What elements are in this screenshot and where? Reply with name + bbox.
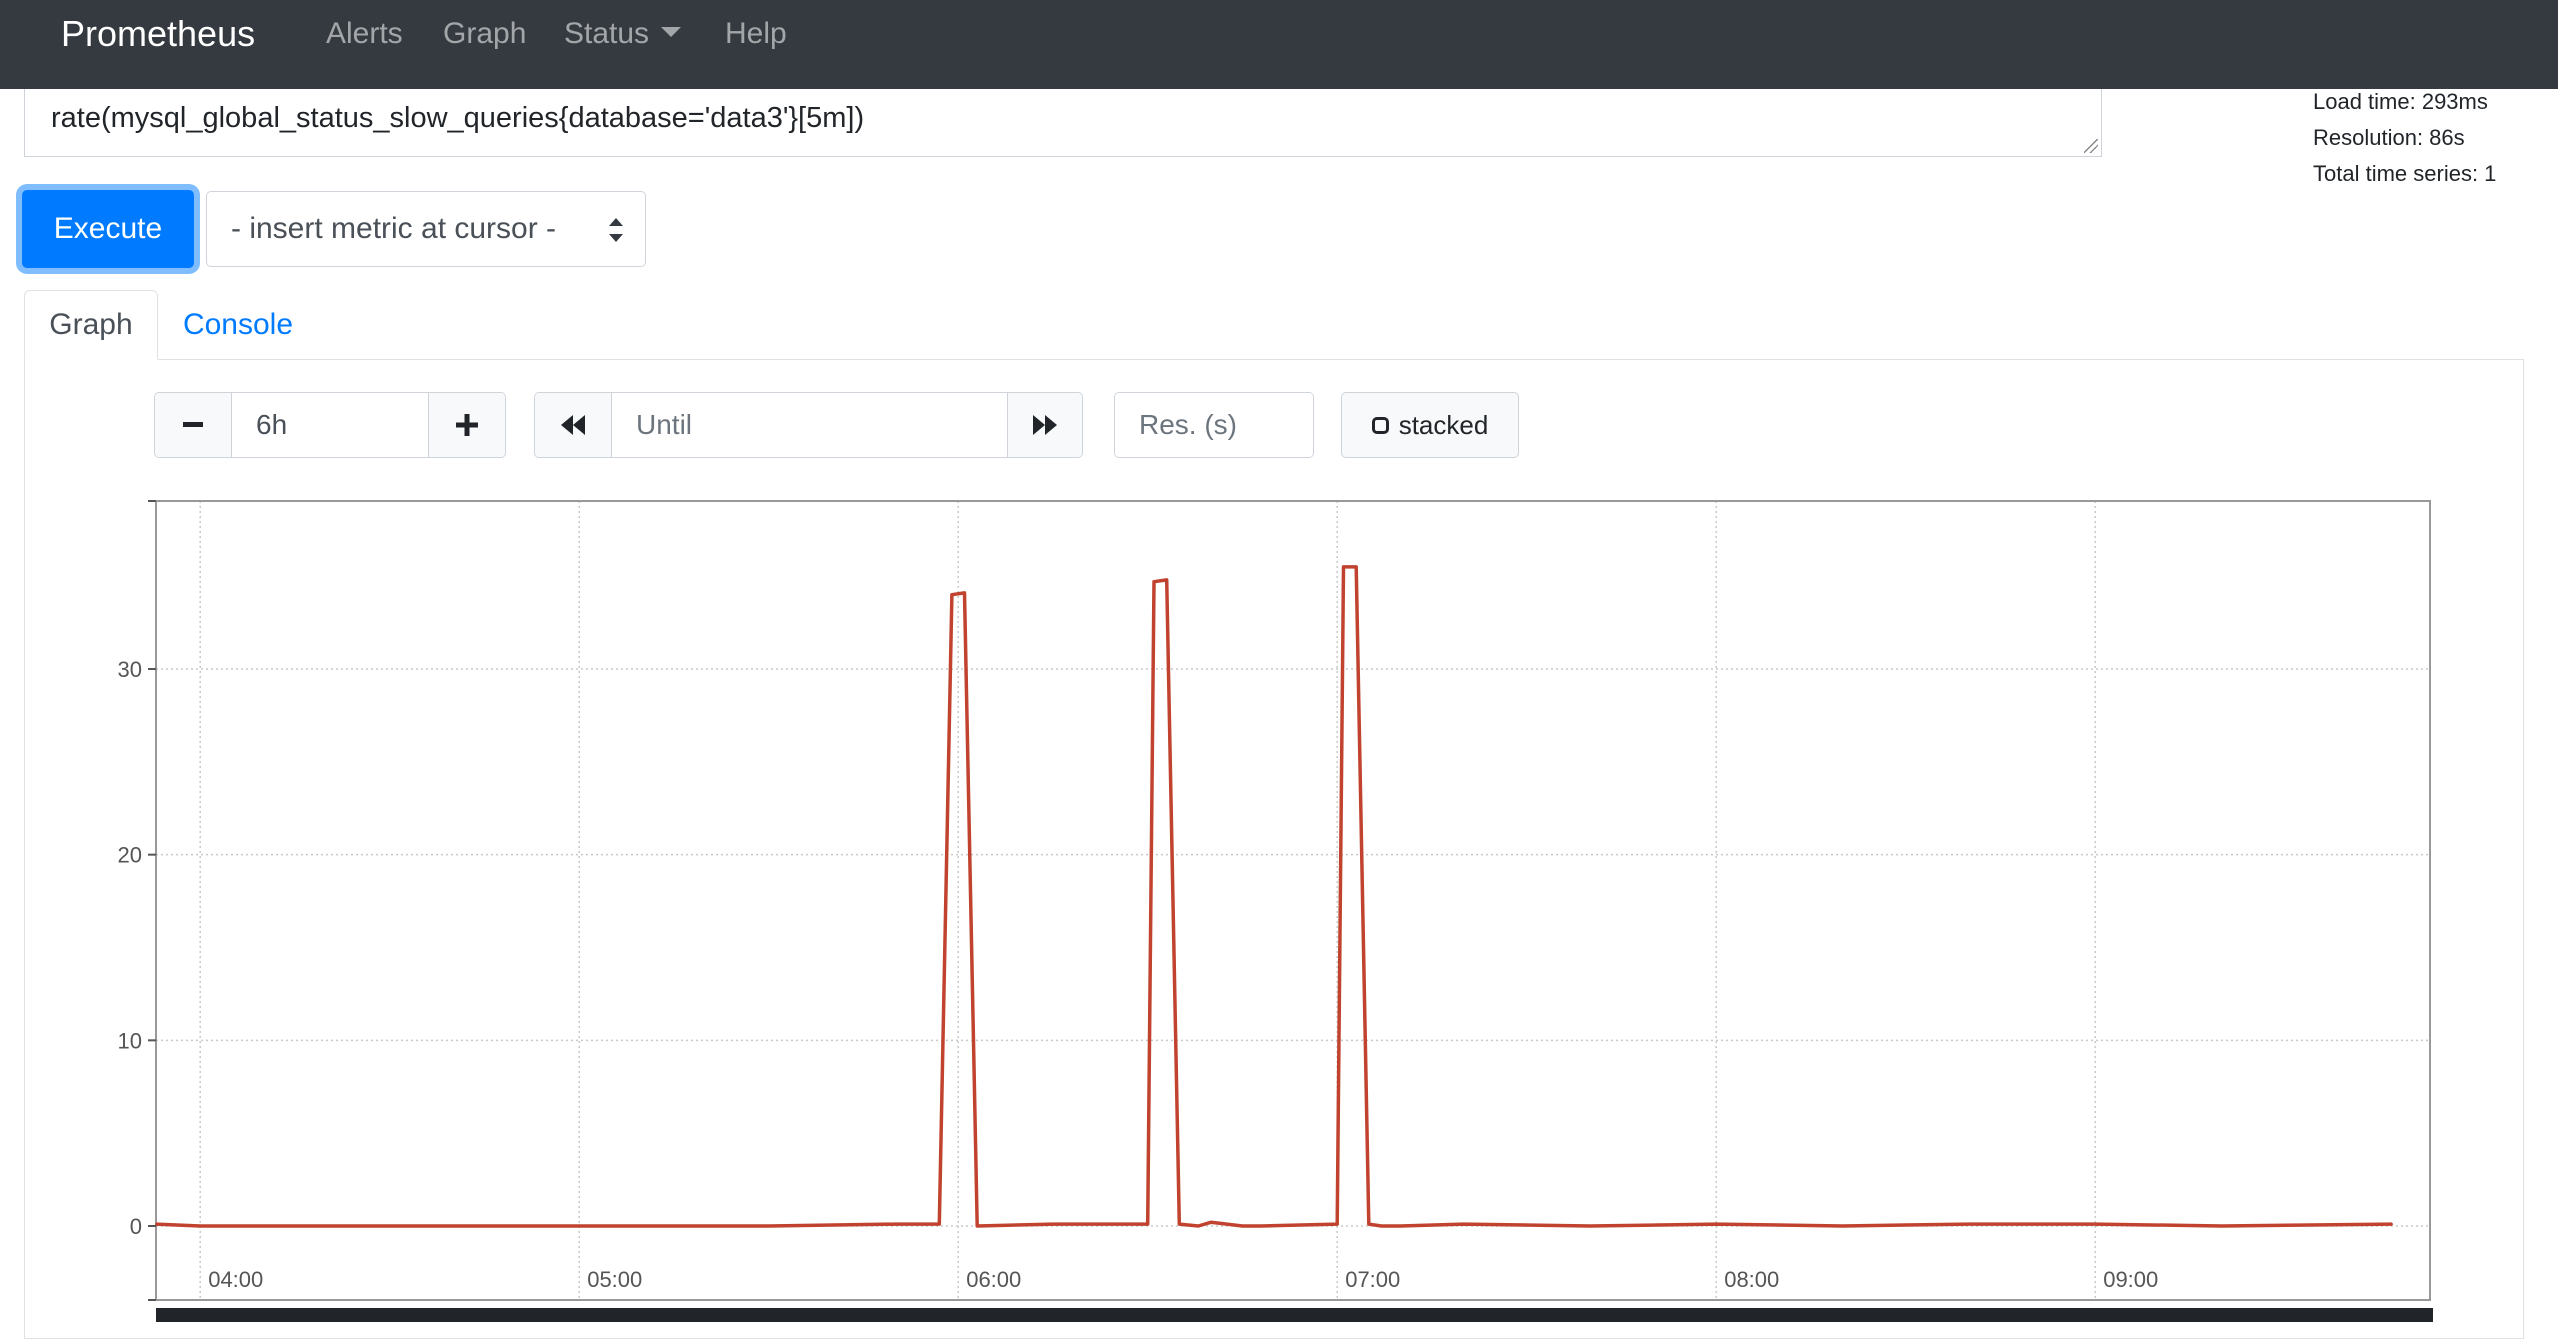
data-point: [1178, 1223, 1181, 1226]
data-point: [1967, 1223, 1970, 1226]
data-point: [1146, 1223, 1149, 1226]
data-point: [767, 1225, 770, 1227]
data-point: [1342, 565, 1345, 568]
series-line[interactable]: [155, 565, 2393, 1228]
data-point: [388, 1225, 391, 1227]
data-point: [1209, 1221, 1212, 1224]
data-point: [1380, 1225, 1383, 1227]
data-point: [199, 1225, 202, 1227]
data-point: [155, 1223, 157, 1226]
data-point: [976, 1225, 979, 1227]
data-point: [2220, 1225, 2223, 1227]
tab-graph[interactable]: Graph: [24, 290, 158, 360]
data-point: [1715, 1223, 1718, 1226]
data-point: [1355, 565, 1358, 568]
chart-grid: [156, 501, 2430, 1300]
y-tick-label: 10: [118, 1028, 142, 1053]
data-point: [1197, 1225, 1200, 1227]
y-tick-label: 0: [130, 1214, 142, 1239]
data-point: [938, 1223, 941, 1226]
data-point: [1336, 1223, 1339, 1226]
data-point: [1260, 1225, 1263, 1227]
data-point: [1165, 578, 1168, 581]
data-point: [1051, 1223, 1054, 1226]
x-tick-label: 09:00: [2103, 1267, 2158, 1292]
y-tick-label: 20: [118, 843, 142, 868]
x-tick-label: 08:00: [1724, 1267, 1779, 1292]
data-point: [1367, 1223, 1370, 1226]
x-tick-label: 04:00: [208, 1267, 263, 1292]
graph-chart[interactable]: 0 10 20 30 04:00 05:00 06:00 07:00 08:00 09:00: [0, 0, 2558, 1322]
data-point: [2391, 1223, 2394, 1226]
data-point: [1462, 1223, 1465, 1226]
data-point: [950, 593, 953, 596]
plot-frame: [155, 500, 2431, 1301]
data-point: [1841, 1225, 1844, 1227]
data-point: [1588, 1225, 1591, 1227]
data-point: [1153, 580, 1156, 583]
x-tick-label: 06:00: [966, 1267, 1021, 1292]
x-axis: 04:00 05:00 06:00 07:00 08:00 09:00: [208, 1267, 2158, 1292]
data-point: [1399, 1225, 1402, 1227]
data-point: [894, 1223, 897, 1226]
data-point: [963, 591, 966, 594]
series-layer: [155, 565, 2394, 1228]
x-tick-label: 07:00: [1345, 1267, 1400, 1292]
y-axis: 0 10 20 30: [118, 500, 156, 1301]
y-tick-label: 30: [118, 657, 142, 682]
data-point: [578, 1225, 581, 1227]
legend-bar: [156, 1308, 2433, 1322]
x-tick-label: 05:00: [587, 1267, 642, 1292]
data-point: [1241, 1225, 1244, 1227]
data-point: [2094, 1223, 2097, 1226]
